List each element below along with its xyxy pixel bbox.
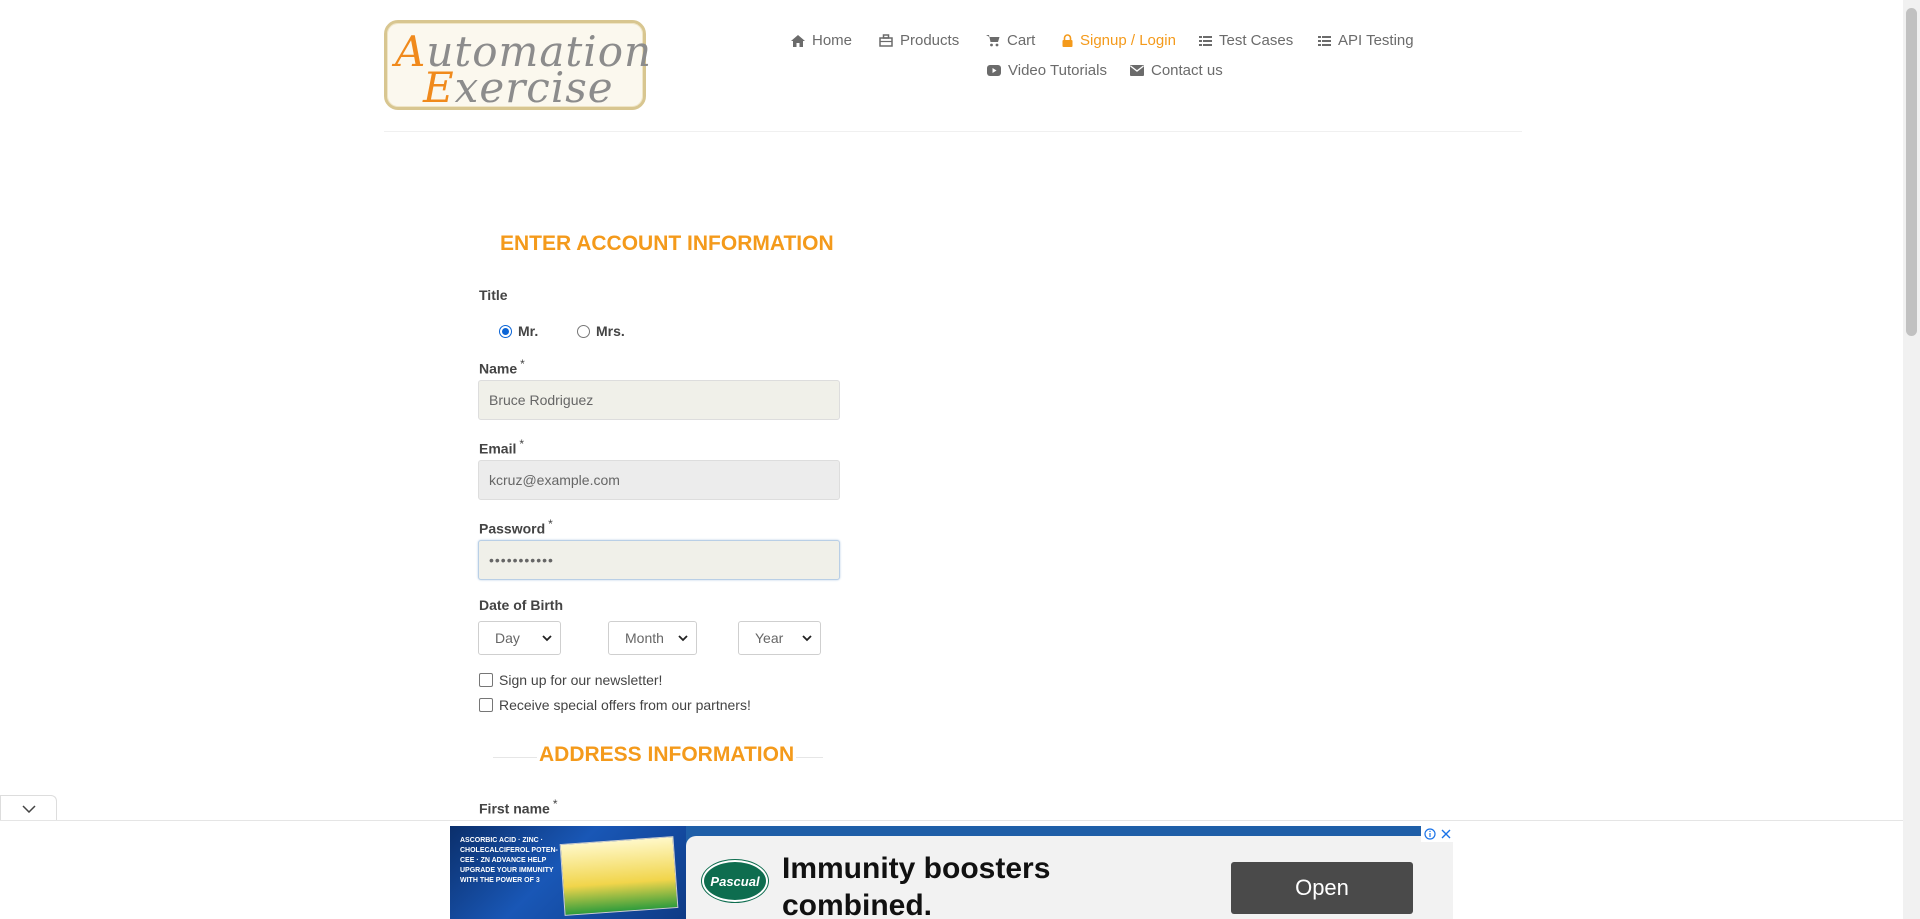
email-label: Email * [479, 437, 525, 457]
ad-product-pack [559, 836, 679, 916]
ad-strip-border [0, 820, 1903, 821]
ad-content: Pascual Immunity boosters combined. Open [686, 836, 1453, 919]
title-mrs-option[interactable]: Mrs. [577, 323, 625, 339]
ad-banner[interactable]: ASCORBIC ACID · ZINC · CHOLECALCIFEROL P… [450, 826, 1453, 919]
nav-home[interactable]: Home [791, 32, 852, 49]
header-divider [384, 131, 1522, 132]
dob-year-value: Year [755, 630, 784, 646]
site-logo[interactable]: Automation Exercise [384, 20, 651, 112]
nav-contact-us[interactable]: Contact us [1130, 62, 1223, 79]
nav-api-testing[interactable]: API Testing [1318, 32, 1414, 49]
email-input[interactable]: kcruz@example.com [478, 460, 840, 500]
ad-controls [1421, 826, 1453, 842]
newsletter-label: Sign up for our newsletter! [499, 672, 663, 688]
chevron-down-icon [678, 634, 688, 641]
ad-brand-logo: Pascual [702, 860, 768, 902]
offers-option[interactable]: Receive special offers from our partners… [479, 697, 751, 713]
address-info-heading: ADDRESS INFORMATION [537, 743, 797, 767]
chevron-down-icon [542, 634, 552, 641]
dob-day-value: Day [495, 630, 520, 646]
offers-label: Receive special offers from our partners… [499, 697, 751, 713]
account-info-heading: ENTER ACCOUNT INFORMATION [500, 232, 834, 255]
nav-products[interactable]: Products [879, 32, 959, 49]
name-label: Name * [479, 357, 525, 377]
chevron-down-icon [802, 634, 812, 641]
home-icon [791, 34, 805, 47]
products-icon [879, 34, 893, 47]
password-label: Password * [479, 517, 553, 537]
nav-video-tutorials[interactable]: Video Tutorials [987, 62, 1107, 79]
ad-product-image: ASCORBIC ACID · ZINC · CHOLECALCIFEROL P… [450, 826, 686, 919]
newsletter-option[interactable]: Sign up for our newsletter! [479, 672, 662, 688]
nav-signup-login[interactable]: Signup / Login [1062, 32, 1176, 49]
scrollbar-thumb[interactable] [1906, 8, 1917, 336]
ad-close-icon[interactable] [1441, 829, 1451, 839]
dob-day-select[interactable]: Day [478, 621, 561, 655]
nav-test-cases[interactable]: Test Cases [1199, 32, 1293, 49]
title-mr-label: Mr. [518, 323, 539, 339]
youtube-play-icon [987, 65, 1001, 76]
title-mr-option[interactable]: Mr. [499, 323, 538, 339]
ad-headline: Immunity boosters combined. [782, 852, 1051, 919]
dob-month-value: Month [625, 630, 664, 646]
ad-product-text: ASCORBIC ACID · ZINC · CHOLECALCIFEROL P… [460, 837, 558, 884]
first-name-label: First name * [479, 797, 558, 817]
cart-icon [986, 35, 1000, 47]
name-input[interactable]: Bruce Rodriguez [478, 380, 840, 420]
password-input[interactable]: ••••••••••• [478, 540, 840, 580]
envelope-icon [1130, 65, 1144, 76]
list-icon [1318, 35, 1331, 46]
title-mr-radio[interactable] [499, 324, 512, 338]
list-icon [1199, 35, 1212, 46]
dob-year-select[interactable]: Year [738, 621, 821, 655]
newsletter-checkbox[interactable] [479, 673, 493, 687]
ad-info-icon[interactable] [1423, 828, 1436, 840]
ad-open-button[interactable]: Open [1231, 862, 1413, 914]
offers-checkbox[interactable] [479, 698, 493, 712]
title-mrs-label: Mrs. [596, 323, 625, 339]
logo-line-2: Exercise [423, 63, 614, 112]
chevron-down-icon [21, 804, 36, 813]
dob-month-select[interactable]: Month [608, 621, 697, 655]
ad-collapse-button[interactable] [0, 795, 57, 821]
nav-cart[interactable]: Cart [986, 32, 1035, 49]
dob-label: Date of Birth [479, 597, 563, 613]
title-label: Title [479, 287, 508, 303]
title-mrs-radio[interactable] [577, 324, 590, 338]
lock-icon [1062, 34, 1073, 47]
